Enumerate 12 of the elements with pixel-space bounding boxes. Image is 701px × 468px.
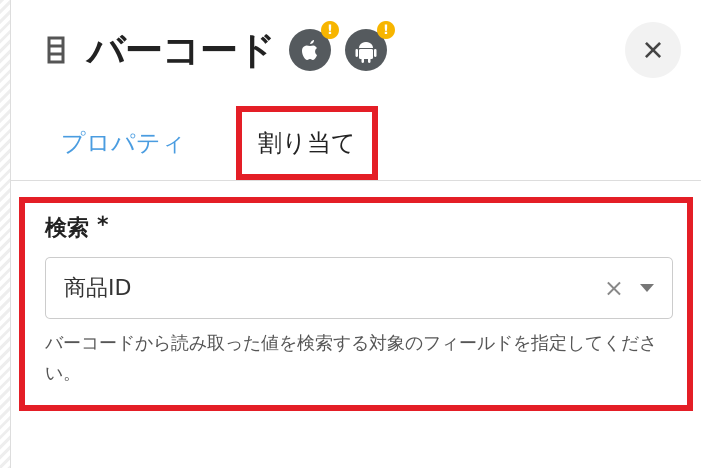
select-field[interactable]: 商品ID × bbox=[45, 257, 673, 319]
dropdown-caret-icon bbox=[640, 284, 654, 292]
warning-badge: ! bbox=[377, 21, 395, 39]
clear-icon[interactable]: × bbox=[604, 274, 624, 302]
tab[interactable]: 割り当て bbox=[236, 106, 378, 180]
help-text: バーコードから読み取った値を検索する対象のフィールドを指定してください。 bbox=[45, 332, 658, 386]
field-label: 検索 bbox=[45, 215, 89, 243]
required-mark: * bbox=[97, 213, 109, 240]
warning-badge: ! bbox=[321, 21, 339, 39]
panel-title: バーコード bbox=[87, 26, 275, 74]
close-button[interactable]: × bbox=[625, 22, 681, 78]
list-icon bbox=[47, 36, 65, 64]
